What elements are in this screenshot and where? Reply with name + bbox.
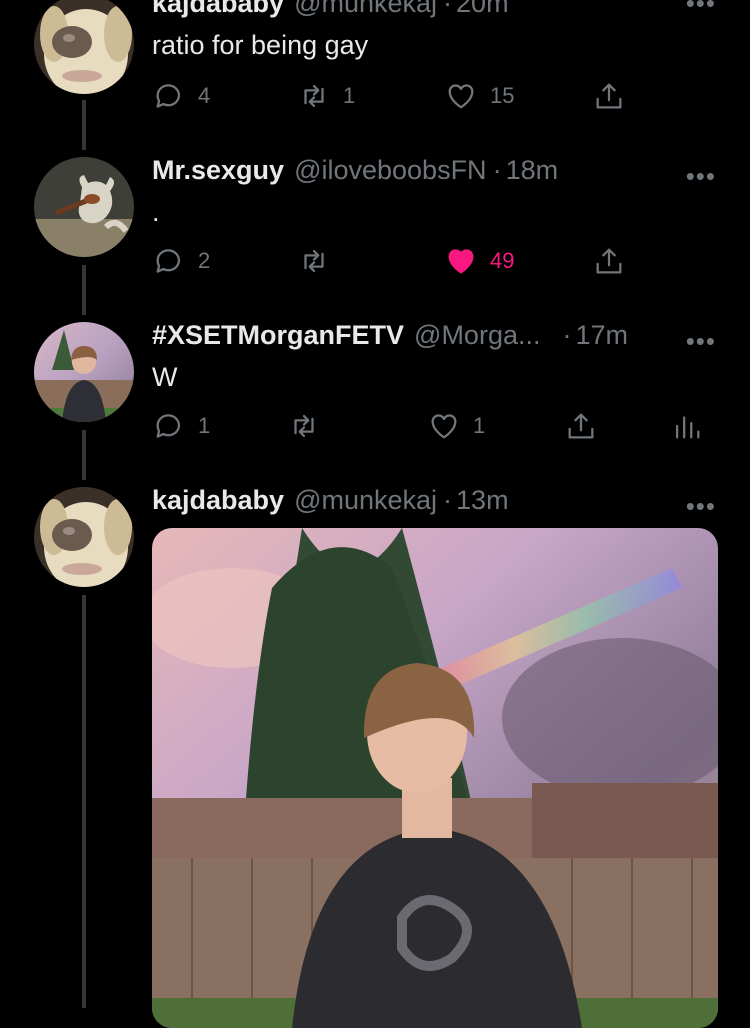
avatar[interactable] bbox=[34, 157, 134, 257]
more-icon[interactable]: ••• bbox=[686, 328, 716, 354]
dog-avatar-image bbox=[34, 0, 134, 94]
avatar[interactable] bbox=[34, 487, 134, 587]
display-name[interactable]: kajdababy bbox=[152, 485, 284, 516]
like-button[interactable]: 15 bbox=[444, 76, 514, 116]
tweet-header: kajdababy @munkekaj · 13m bbox=[152, 485, 509, 516]
reply-icon bbox=[156, 249, 181, 273]
like-icon-filled bbox=[448, 249, 474, 274]
more-icon[interactable]: ••• bbox=[686, 493, 716, 519]
tweet[interactable]: Mr.sexguy @iloveboobsFN · 18m ••• . 2 49 bbox=[0, 145, 750, 310]
share-icon bbox=[568, 413, 594, 439]
retweet-icon bbox=[294, 414, 314, 438]
share-icon bbox=[596, 248, 622, 274]
reply-count: 1 bbox=[198, 413, 211, 438]
retweet-icon bbox=[304, 249, 324, 273]
like-count: 1 bbox=[473, 413, 486, 438]
reply-count: 2 bbox=[198, 248, 211, 273]
separator-dot: · bbox=[492, 155, 502, 185]
like-button[interactable]: 1 bbox=[427, 406, 485, 446]
tweet-header: Mr.sexguy @iloveboobsFN · 18m bbox=[152, 155, 558, 186]
avatar[interactable] bbox=[34, 0, 134, 94]
cat-violin-avatar-image bbox=[34, 157, 134, 257]
reply-button[interactable]: 2 bbox=[152, 241, 210, 281]
username-handle[interactable]: @Morga... bbox=[414, 320, 540, 351]
action-bar: 4 1 15 bbox=[152, 76, 722, 116]
action-bar: 2 49 bbox=[152, 241, 722, 281]
tweet[interactable]: kajdababy @munkekaj · 20m ••• ratio for … bbox=[0, 0, 750, 145]
share-button[interactable] bbox=[592, 241, 626, 281]
person-avatar-image bbox=[34, 322, 134, 422]
reply-icon bbox=[156, 414, 181, 438]
retweet-button[interactable]: 1 bbox=[297, 76, 355, 116]
tweet-text: W bbox=[152, 362, 178, 392]
share-button[interactable] bbox=[592, 76, 626, 116]
retweet-button[interactable] bbox=[287, 406, 333, 446]
reply-count: 4 bbox=[198, 83, 211, 108]
like-icon bbox=[448, 84, 474, 109]
timestamp[interactable]: 18m bbox=[506, 155, 559, 186]
display-name[interactable]: Mr.sexguy bbox=[152, 155, 284, 186]
dog-avatar-image bbox=[34, 487, 134, 587]
reply-button[interactable]: 1 bbox=[152, 406, 210, 446]
tweet-media-image[interactable] bbox=[152, 528, 718, 1028]
tweet-text: ratio for being gay bbox=[152, 30, 369, 60]
username-handle[interactable]: @munkekaj bbox=[294, 485, 437, 516]
avatar[interactable] bbox=[34, 322, 134, 422]
tweet-header: #XSETMorganFETV @Morga... · 17m bbox=[152, 320, 628, 351]
username-handle[interactable]: @munkekaj bbox=[294, 0, 437, 19]
separator-dot: · bbox=[443, 0, 453, 18]
analytics-button[interactable] bbox=[670, 406, 704, 446]
display-name[interactable]: kajdababy bbox=[152, 0, 284, 19]
retweet-icon bbox=[304, 84, 324, 108]
timestamp[interactable]: 20m bbox=[456, 0, 509, 19]
photo-illustration bbox=[152, 528, 718, 1028]
retweet-button[interactable] bbox=[297, 241, 343, 281]
tweet-text: . bbox=[152, 197, 160, 227]
separator-dot: · bbox=[443, 485, 453, 515]
username-handle[interactable]: @iloveboobsFN bbox=[294, 155, 487, 186]
like-button[interactable]: 49 bbox=[444, 241, 514, 281]
display-name[interactable]: #XSETMorganFETV bbox=[152, 320, 404, 351]
action-bar: 1 1 bbox=[152, 406, 722, 446]
share-icon bbox=[596, 83, 622, 109]
tweet[interactable]: #XSETMorganFETV @Morga... · 17m ••• W 1 … bbox=[0, 310, 750, 475]
timestamp[interactable]: 13m bbox=[456, 485, 509, 516]
more-icon[interactable]: ••• bbox=[686, 0, 716, 16]
separator-dot: · bbox=[562, 320, 572, 350]
like-icon bbox=[431, 414, 457, 439]
timestamp[interactable]: 17m bbox=[575, 320, 628, 351]
tweet-header: kajdababy @munkekaj · 20m bbox=[152, 0, 509, 19]
retweet-count: 1 bbox=[343, 83, 356, 108]
analytics-icon bbox=[675, 416, 700, 439]
reply-icon bbox=[156, 84, 181, 108]
more-icon[interactable]: ••• bbox=[686, 163, 716, 189]
reply-button[interactable]: 4 bbox=[152, 76, 210, 116]
share-button[interactable] bbox=[564, 406, 598, 446]
like-count: 15 bbox=[490, 83, 515, 108]
like-count: 49 bbox=[490, 248, 515, 273]
